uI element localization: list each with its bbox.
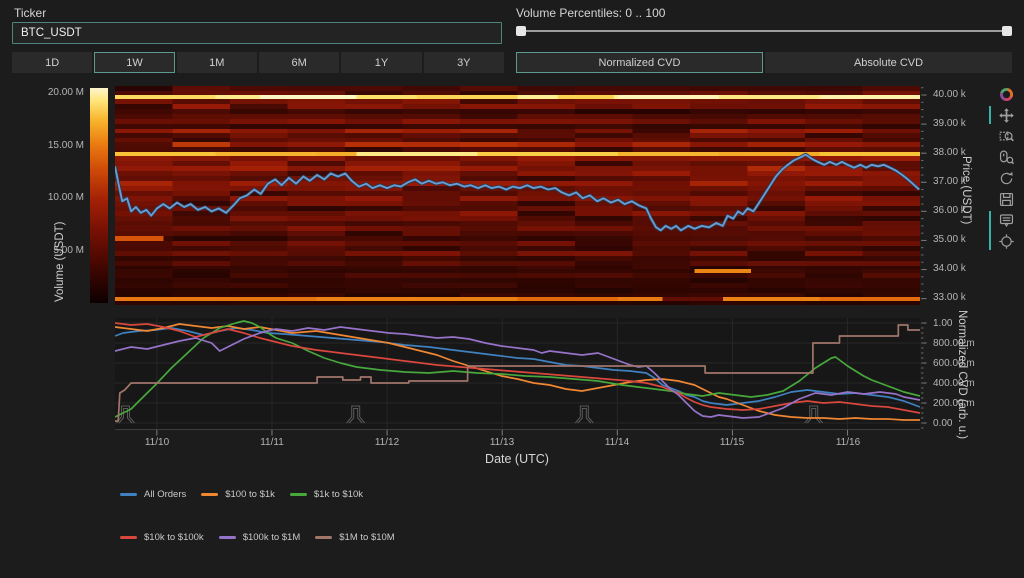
- colorbar-tick: 20.00 M: [26, 87, 84, 98]
- cvd-axis-ticks: [920, 318, 930, 430]
- date-tick: 11/13: [480, 437, 524, 448]
- legend-item: $100 to $1k: [201, 489, 275, 500]
- legend-item: All Orders: [120, 489, 186, 500]
- reset-tool-icon[interactable]: [996, 168, 1016, 188]
- legend-swatch: [290, 493, 307, 496]
- volume-colorbar: [90, 88, 108, 303]
- heatmap-canvas[interactable]: [115, 86, 920, 305]
- date-tick: 11/14: [595, 437, 639, 448]
- heatmap-plot[interactable]: [115, 86, 920, 305]
- date-tick: 11/15: [710, 437, 754, 448]
- range-button-6m[interactable]: 6M: [259, 52, 339, 73]
- date-tick: 11/12: [365, 437, 409, 448]
- price-tick: 33.00 k: [933, 292, 993, 303]
- legend-label: $100 to $1k: [225, 489, 275, 500]
- crosshair-tool-icon[interactable]: [996, 231, 1016, 251]
- range-button-1d[interactable]: 1D: [12, 52, 92, 73]
- legend-row: All Orders $100 to $1k $1k to $10k: [120, 489, 363, 500]
- cvd-button-group: Normalized CVD Absolute CVD: [516, 52, 1012, 73]
- legend-label: $1k to $10k: [314, 489, 363, 500]
- colorbar-axis-title: Volume (USDT): [54, 221, 66, 302]
- plot-toolbar: [996, 84, 1016, 251]
- legend-item: $100k to $1M: [219, 532, 301, 543]
- price-tick: 34.00 k: [933, 263, 993, 274]
- bokeh-logo[interactable]: [996, 84, 1016, 104]
- date-axis-title: Date (UTC): [415, 452, 619, 466]
- ticker-input[interactable]: [12, 22, 502, 44]
- legend-item: $1M to $10M: [315, 532, 394, 543]
- range-button-group: 1D 1W 1M 6M 1Y 3Y: [12, 52, 504, 73]
- app-root: Ticker Volume Percentiles: 0 .. 100 1D 1…: [0, 0, 1024, 578]
- legend-swatch: [315, 536, 332, 539]
- volume-percentiles-slider[interactable]: [516, 22, 1012, 40]
- legend-label: $10k to $100k: [144, 532, 204, 543]
- date-tick: 11/11: [250, 437, 294, 448]
- slider-handle-max[interactable]: [1002, 26, 1012, 36]
- cvd-plot[interactable]: [115, 318, 920, 430]
- legend-item: $10k to $100k: [120, 532, 204, 543]
- legend-row: $10k to $100k $100k to $1M $1M to $10M: [120, 532, 395, 543]
- normalized-cvd-button[interactable]: Normalized CVD: [516, 52, 763, 73]
- legend-label: All Orders: [144, 489, 186, 500]
- range-button-1w[interactable]: 1W: [94, 52, 174, 73]
- legend-label: $100k to $1M: [243, 532, 301, 543]
- price-tick: 40.00 k: [933, 89, 993, 100]
- price-axis-ticks: [920, 86, 930, 305]
- cvd-axis-title: Normalized CVD (arb. u.): [956, 310, 968, 439]
- absolute-cvd-button[interactable]: Absolute CVD: [765, 52, 1012, 73]
- price-axis-title: Price (USDT): [960, 156, 972, 224]
- ticker-label: Ticker: [14, 6, 46, 20]
- range-button-1m[interactable]: 1M: [177, 52, 257, 73]
- hover-tool-icon[interactable]: [996, 210, 1016, 230]
- date-tick: 11/10: [135, 437, 179, 448]
- range-button-1y[interactable]: 1Y: [341, 52, 421, 73]
- volume-percentiles-label: Volume Percentiles: 0 .. 100: [516, 6, 665, 20]
- colorbar-tick: 10.00 M: [26, 192, 84, 203]
- slider-handle-min[interactable]: [516, 26, 526, 36]
- cvd-canvas[interactable]: [115, 318, 920, 430]
- legend-swatch: [219, 536, 236, 539]
- date-tick: 11/16: [826, 437, 870, 448]
- legend-swatch: [120, 493, 137, 496]
- slider-track[interactable]: [516, 30, 1012, 32]
- legend-label: $1M to $10M: [339, 532, 394, 543]
- wheel-zoom-tool-icon[interactable]: [996, 147, 1016, 167]
- pan-tool-icon[interactable]: [996, 105, 1016, 125]
- price-tick: 35.00 k: [933, 234, 993, 245]
- range-button-3y[interactable]: 3Y: [424, 52, 504, 73]
- box-zoom-tool-icon[interactable]: [996, 126, 1016, 146]
- legend-swatch: [120, 536, 137, 539]
- legend-swatch: [201, 493, 218, 496]
- save-tool-icon[interactable]: [996, 189, 1016, 209]
- price-tick: 39.00 k: [933, 118, 993, 129]
- legend-item: $1k to $10k: [290, 489, 363, 500]
- colorbar-tick: 15.00 M: [26, 140, 84, 151]
